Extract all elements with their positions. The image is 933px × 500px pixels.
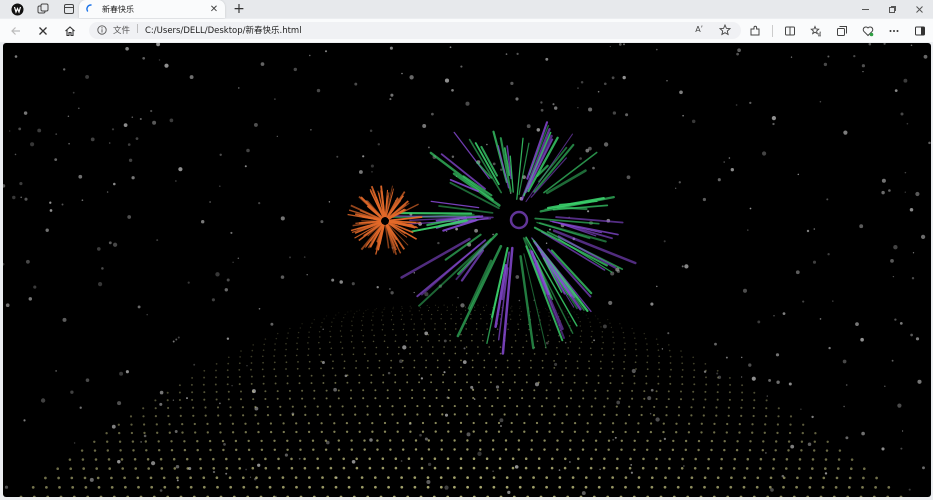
extensions-icon[interactable] [742,23,768,39]
tab-title: 新春快乐 [102,4,134,14]
more-options-icon[interactable] [881,23,907,39]
split-screen-icon[interactable] [777,23,803,39]
collections-icon[interactable] [829,23,855,39]
window-controls [852,0,933,18]
close-window-icon[interactable] [906,0,933,18]
favorite-star-icon[interactable] [719,24,731,36]
minimize-icon[interactable] [852,0,879,18]
stop-loading-icon[interactable] [35,23,51,39]
tab-strip: 新春快乐 ✕ + [0,0,933,18]
loading-spinner-icon [86,4,92,12]
back-arrow-icon[interactable] [8,23,24,39]
browser-window: 新春快乐 ✕ + 文件 | C:/Users/DELL/Desktop/新春快乐… [0,0,933,500]
toolbar-right-icons [742,23,933,39]
restore-icon[interactable] [879,0,906,18]
read-aloud-icon[interactable]: Aʹ [695,25,703,34]
address-separator: | [136,24,139,34]
address-bar[interactable]: 文件 | C:/Users/DELL/Desktop/新春快乐.html Aʹ [89,22,741,39]
profile-avatar-icon[interactable] [4,1,30,17]
home-icon[interactable] [62,23,78,39]
active-tab[interactable]: 新春快乐 ✕ [79,0,225,18]
url-text[interactable]: C:/Users/DELL/Desktop/新春快乐.html [145,24,302,36]
close-tab-icon[interactable]: ✕ [207,4,221,15]
fireworks-canvas[interactable] [3,43,931,497]
new-tab-button[interactable]: + [230,0,248,18]
sidebar-toggle-icon[interactable] [907,23,933,39]
snow-particles [3,43,931,497]
page-viewport[interactable] [3,43,931,497]
site-info-icon[interactable] [97,25,107,35]
workspaces-icon[interactable] [30,1,56,17]
toolbar-divider [772,25,773,37]
browser-essentials-icon[interactable] [855,23,881,39]
firework-burst-large [392,121,637,355]
protocol-label: 文件 [113,26,131,36]
browser-toolbar: 文件 | C:/Users/DELL/Desktop/新春快乐.html Aʹ [0,19,933,42]
favorites-icon[interactable] [803,23,829,39]
tab-strip-icons [4,1,82,17]
dot-grid-ground [19,304,903,497]
